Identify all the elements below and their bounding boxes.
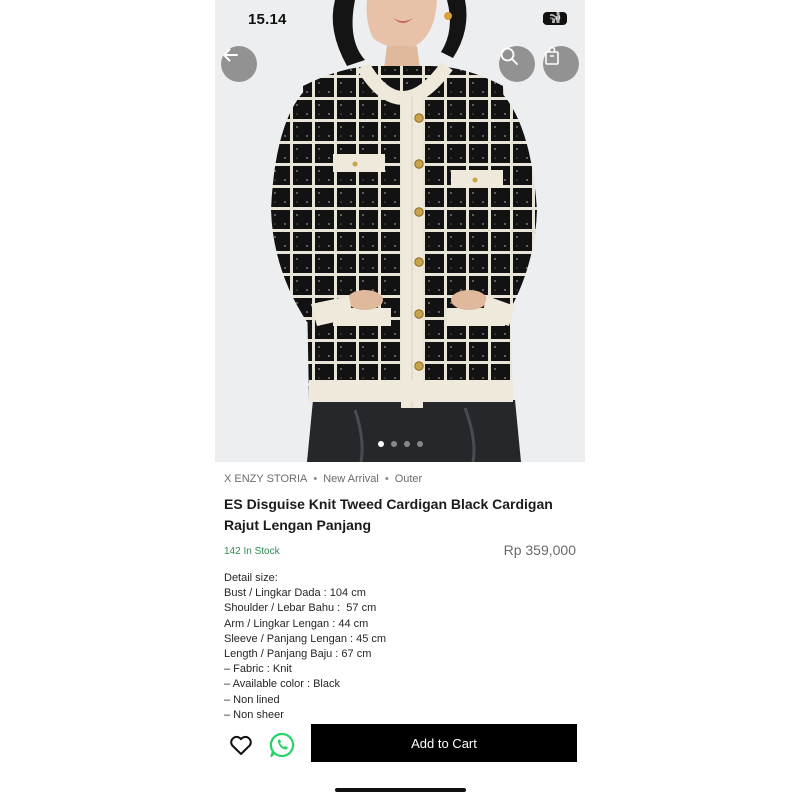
arrow-left-icon [223,48,238,62]
description-line: Length / Panjang Baju : 67 cm [224,648,372,661]
carousel-indicator [215,441,585,447]
status-time: 15.14 [248,11,287,28]
product-image[interactable]: 15.14 80 [215,0,585,462]
description-line: – Available color : Black [224,678,340,691]
whatsapp-chat-button[interactable] [268,731,296,759]
description-line: Shoulder / Lebar Bahu : 57 cm [224,602,377,615]
home-indicator [335,788,466,792]
cart-bag-button[interactable] [543,46,579,82]
stock-status: 142 In Stock [224,546,280,557]
breadcrumb-category[interactable]: Outer [395,473,423,485]
description-line: – Fabric : Knit [224,663,292,676]
description-line: Detail size: [224,572,278,584]
carousel-dot[interactable] [403,441,410,447]
back-button[interactable] [221,46,257,82]
description-line: Arm / Lingkar Lengan : 44 cm [224,617,369,630]
breadcrumb: X ENZY STORIA • New Arrival • Outer [224,473,422,485]
search-icon [500,47,518,65]
wifi-icon [543,12,558,23]
product-description: Detail size: Bust / Lingkar Dada : 104 c… [224,571,574,721]
carousel-dot[interactable] [390,441,397,447]
shopping-bag-icon [545,46,559,65]
status-bar: 15.14 80 [215,0,585,40]
whatsapp-icon [269,732,295,758]
carousel-dot[interactable] [377,441,384,447]
add-to-cart-button[interactable]: Add to Cart [311,724,577,762]
description-line: – Non lined [224,693,280,706]
carousel-dot[interactable] [416,441,423,447]
status-icons: 80 [543,12,567,25]
description-line: Bust / Lingkar Dada : 104 cm [224,587,366,600]
search-button[interactable] [499,46,535,82]
breadcrumb-collection[interactable]: New Arrival [323,473,379,485]
description-line: – Non sheer [224,708,284,721]
breadcrumb-separator: • [313,473,318,485]
bottom-action-bar: Add to Cart [215,722,585,800]
product-title: ES Disguise Knit Tweed Cardigan Black Ca… [224,496,553,533]
product-price: Rp 359,000 [503,542,576,558]
wishlist-button[interactable] [228,732,254,758]
description-line: Sleeve / Panjang Lengan : 45 cm [224,632,387,645]
breadcrumb-brand[interactable]: X ENZY STORIA [224,473,307,485]
heart-icon [230,735,252,755]
breadcrumb-separator: • [384,473,389,485]
product-screen: 15.14 80 [215,0,585,800]
